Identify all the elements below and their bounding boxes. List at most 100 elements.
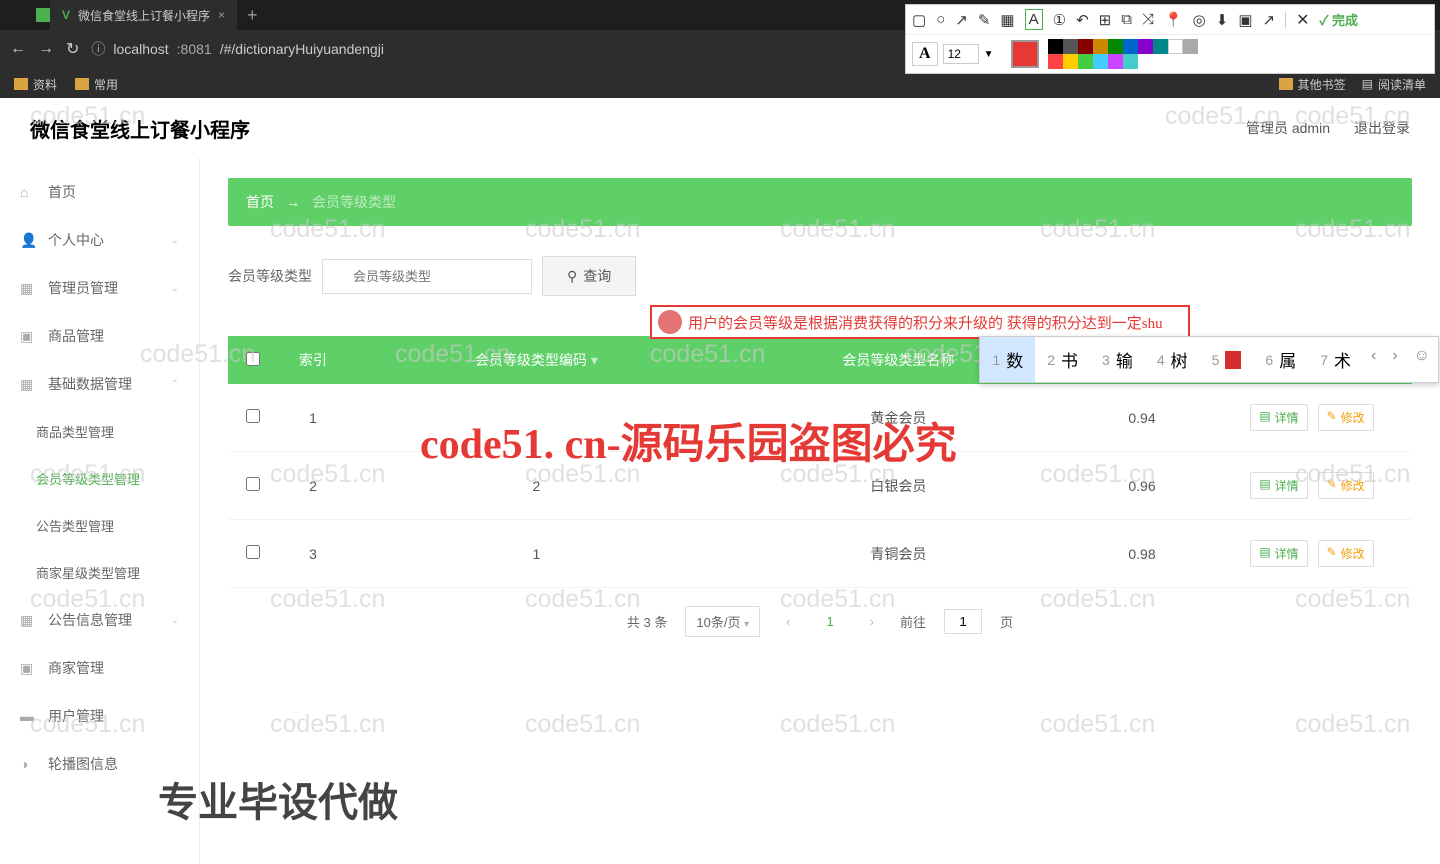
breadcrumb-home[interactable]: 首页: [246, 192, 274, 212]
mosaic-icon[interactable]: ▦: [1000, 11, 1014, 29]
other-bookmarks[interactable]: 其他书签: [1279, 76, 1346, 93]
ime-candidate[interactable]: 3输: [1090, 337, 1145, 382]
chevron-down-icon: ⌄: [171, 235, 179, 246]
reading-list[interactable]: ▤阅读清单: [1362, 76, 1426, 93]
circle-icon[interactable]: ○: [936, 11, 945, 28]
goto-suffix: 页: [1000, 612, 1013, 631]
sidebar-item-personal[interactable]: 👤个人中心⌄: [0, 216, 199, 264]
filter-input[interactable]: [322, 259, 532, 294]
dropdown-icon[interactable]: ▼: [984, 49, 994, 60]
pen-icon[interactable]: ✎: [978, 11, 991, 29]
users-icon: ▬: [20, 708, 36, 724]
close-icon[interactable]: ×: [218, 8, 225, 22]
rect-icon[interactable]: ▢: [912, 11, 926, 29]
cancel-button[interactable]: ✕: [1296, 10, 1309, 30]
sidebar-item-notice[interactable]: ▦公告信息管理⌄: [0, 596, 199, 644]
done-button[interactable]: ✓ 完成: [1319, 10, 1358, 29]
selected-color[interactable]: [1011, 40, 1039, 68]
edit-button[interactable]: ✎修改: [1318, 472, 1374, 499]
col-index: 索引: [278, 336, 348, 384]
undo-icon[interactable]: ↶: [1076, 11, 1089, 29]
new-tab-button[interactable]: +: [237, 5, 268, 26]
user-label[interactable]: 管理员 admin: [1246, 118, 1330, 138]
notice-icon: ▦: [20, 612, 36, 628]
sidebar-item-product[interactable]: ▣商品管理: [0, 312, 199, 360]
bookmark-folder[interactable]: 常用: [75, 76, 118, 93]
arrow-icon[interactable]: ↗: [955, 11, 968, 29]
sidebar-item-home[interactable]: ⌂首页: [0, 168, 199, 216]
cell-discount: 0.98: [1072, 520, 1212, 588]
sidebar-item-merchantstar[interactable]: 商家星级类型管理: [0, 549, 199, 596]
cell-name: 青铜会员: [725, 520, 1072, 588]
url-port: :8081: [177, 41, 212, 57]
table-row: 3 1 青铜会员 0.98 ▤详情 ✎修改: [228, 520, 1412, 588]
edit-button[interactable]: ✎修改: [1318, 404, 1374, 431]
browser-tab[interactable]: V 微信食堂线上订餐小程序 ×: [50, 0, 237, 30]
col-code[interactable]: 会员等级类型编码 ▾: [348, 336, 725, 384]
detail-icon: ▤: [1259, 409, 1270, 426]
goto-input[interactable]: [944, 609, 982, 634]
ime-next[interactable]: ›: [1384, 337, 1405, 382]
reload-button[interactable]: ↻: [66, 39, 79, 59]
detail-button[interactable]: ▤详情: [1250, 472, 1307, 499]
detail-icon: ▤: [1259, 545, 1270, 562]
detail-button[interactable]: ▤详情: [1250, 540, 1307, 567]
ime-candidate[interactable]: 5: [1200, 337, 1254, 382]
carousel-icon: ◑: [20, 756, 36, 772]
number-icon[interactable]: ①: [1053, 11, 1066, 29]
sidebar-item-prodtype[interactable]: 商品类型管理: [0, 408, 199, 455]
info-icon: ⓘ: [91, 39, 105, 59]
edit-button[interactable]: ✎修改: [1318, 540, 1374, 567]
sidebar-item-merchant[interactable]: ▣商家管理: [0, 644, 199, 692]
sidebar-item-basedata[interactable]: ▦基础数据管理⌃: [0, 360, 199, 408]
save-icon[interactable]: ▣: [1238, 11, 1252, 29]
row-checkbox[interactable]: [246, 409, 260, 423]
chevron-down-icon: ⌄: [171, 615, 179, 626]
share-icon[interactable]: ↗: [1263, 11, 1276, 29]
sidebar-item-carousel[interactable]: ◑轮播图信息: [0, 740, 199, 788]
pin-icon[interactable]: 📍: [1164, 11, 1183, 29]
ime-candidate[interactable]: 7术: [1308, 337, 1363, 382]
target-icon[interactable]: ◎: [1193, 11, 1206, 29]
shuffle-icon[interactable]: ⤨: [1142, 11, 1154, 28]
font-size-input[interactable]: [943, 44, 979, 64]
search-button[interactable]: ⚲查询: [542, 256, 636, 296]
annotation-text-box[interactable]: 用户的会员等级是根据消费获得的积分来升级的 获得的积分达到一定shu: [650, 305, 1190, 339]
row-checkbox[interactable]: [246, 545, 260, 559]
back-button[interactable]: ←: [10, 40, 26, 58]
sidebar: ⌂首页 👤个人中心⌄ ▦管理员管理⌄ ▣商品管理 ▦基础数据管理⌃ 商品类型管理…: [0, 158, 200, 864]
annotation-text: 用户的会员等级是根据消费获得的积分来升级的 获得的积分达到一定shu: [688, 312, 1163, 333]
ime-candidates[interactable]: 1数 2书 3输 4树 5 6属 7术 ‹ › ☺: [979, 336, 1439, 383]
next-page-button[interactable]: ›: [862, 610, 882, 633]
sidebar-item-noticetype[interactable]: 公告类型管理: [0, 502, 199, 549]
page-number[interactable]: 1: [816, 610, 843, 633]
forward-button[interactable]: →: [38, 40, 54, 58]
detail-icon: ▤: [1259, 477, 1270, 494]
sidebar-item-memberlevel[interactable]: 会员等级类型管理: [0, 455, 199, 502]
copy-icon[interactable]: ⧉: [1121, 11, 1132, 28]
sidebar-item-user[interactable]: ▬用户管理: [0, 692, 199, 740]
logout-link[interactable]: 退出登录: [1354, 118, 1410, 138]
sidebar-item-admin[interactable]: ▦管理员管理⌄: [0, 264, 199, 312]
app-header: 微信食堂线上订餐小程序 管理员 admin 退出登录: [0, 98, 1440, 158]
text-icon[interactable]: A: [1025, 9, 1043, 30]
folder-icon: [1279, 78, 1293, 90]
barcode-icon[interactable]: ⊞: [1099, 11, 1112, 29]
ime-candidate[interactable]: 2书: [1035, 337, 1090, 382]
color-palette[interactable]: [1048, 39, 1198, 69]
cell-name: 白银会员: [725, 452, 1072, 520]
ime-prev[interactable]: ‹: [1363, 337, 1384, 382]
page-size-select[interactable]: 10条/页 ▾: [685, 606, 760, 637]
ime-candidate[interactable]: 4树: [1145, 337, 1200, 382]
download-icon[interactable]: ⬇: [1216, 11, 1229, 29]
cell-code: [348, 384, 725, 452]
ime-settings[interactable]: ☺: [1406, 337, 1438, 382]
font-select[interactable]: A: [912, 42, 938, 66]
row-checkbox[interactable]: [246, 477, 260, 491]
select-all-checkbox[interactable]: [246, 352, 260, 366]
ime-candidate[interactable]: 1数: [980, 337, 1035, 382]
bookmark-folder[interactable]: 资料: [14, 76, 57, 93]
detail-button[interactable]: ▤详情: [1250, 404, 1307, 431]
ime-candidate[interactable]: 6属: [1253, 337, 1308, 382]
prev-page-button[interactable]: ‹: [778, 610, 798, 633]
